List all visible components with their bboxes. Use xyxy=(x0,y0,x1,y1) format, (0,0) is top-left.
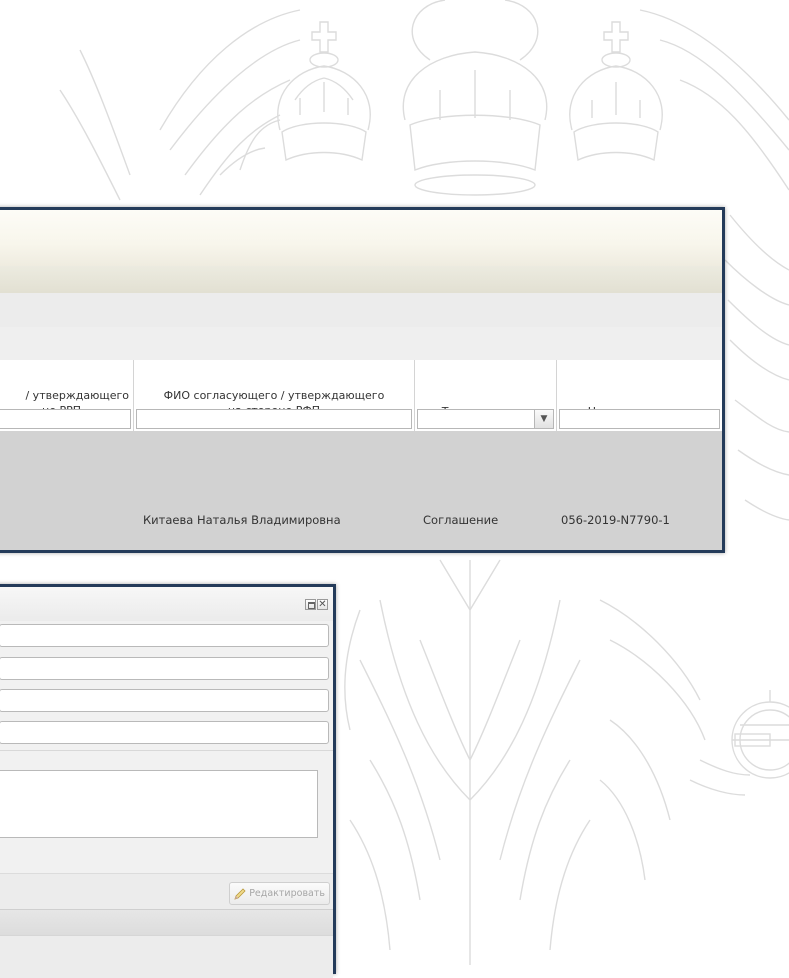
document-form-window: ✕ Редактировать xyxy=(0,584,336,978)
window-title-bar: ✕ xyxy=(0,587,333,621)
left-wing-graphic xyxy=(59,9,301,201)
cell-doc-number: 056-2019-N7790-1 xyxy=(561,513,670,527)
maximize-icon[interactable] xyxy=(305,599,316,610)
eagle-body-graphic xyxy=(344,559,706,965)
edit-button-label: Редактировать xyxy=(249,887,325,899)
column-approver-rrp[interactable]: / утверждающего не РРП xyxy=(0,360,134,431)
pencil-icon xyxy=(234,887,246,900)
close-icon[interactable]: ✕ xyxy=(317,599,328,610)
form-field-3[interactable] xyxy=(0,689,329,712)
filter-doc-number[interactable] xyxy=(559,409,720,429)
column-approver-rfp[interactable]: ФИО согласующего / утверждающего на стор… xyxy=(134,360,415,431)
grid-panel-bar xyxy=(0,293,722,328)
form-field-1[interactable] xyxy=(0,624,329,647)
form-toolbar: Редактировать xyxy=(0,873,333,910)
form-field-4[interactable] xyxy=(0,721,329,744)
column-title-line1: ФИО согласующего / утверждающего xyxy=(163,389,385,402)
right-crown-graphic xyxy=(569,21,663,162)
form-textarea[interactable] xyxy=(0,770,318,838)
form-field-2[interactable] xyxy=(0,657,329,680)
chevron-down-icon[interactable]: ▼ xyxy=(534,410,553,428)
documents-grid-window: / утверждающего не РРП ФИО согласующего … xyxy=(0,207,725,553)
column-title-line1: / утверждающего xyxy=(25,389,129,402)
orb-graphic xyxy=(689,690,789,796)
cell-doc-type: Соглашение xyxy=(423,513,499,527)
form-section-header xyxy=(0,909,333,936)
filter-approver-rrp[interactable] xyxy=(0,409,131,429)
filter-doc-type[interactable]: ▼ xyxy=(417,409,554,429)
column-doc-type[interactable]: Тип документа ▼ xyxy=(415,360,557,431)
edit-button[interactable]: Редактировать xyxy=(229,882,330,905)
table-row[interactable]: Китаева Наталья Владимировна Соглашение … xyxy=(0,431,722,550)
cell-approver: Китаева Наталья Владимировна xyxy=(143,513,341,527)
grid-header-row: / утверждающего не РРП ФИО согласующего … xyxy=(0,360,722,432)
form-section-body xyxy=(0,935,333,978)
divider xyxy=(0,750,333,751)
filter-approver-rfp[interactable] xyxy=(136,409,412,429)
grid-group-bar xyxy=(0,327,722,361)
column-doc-number[interactable]: Номер документа xyxy=(557,360,722,431)
grid-toolbar xyxy=(0,266,722,294)
window-header xyxy=(0,210,722,267)
center-crown-graphic xyxy=(402,0,548,196)
